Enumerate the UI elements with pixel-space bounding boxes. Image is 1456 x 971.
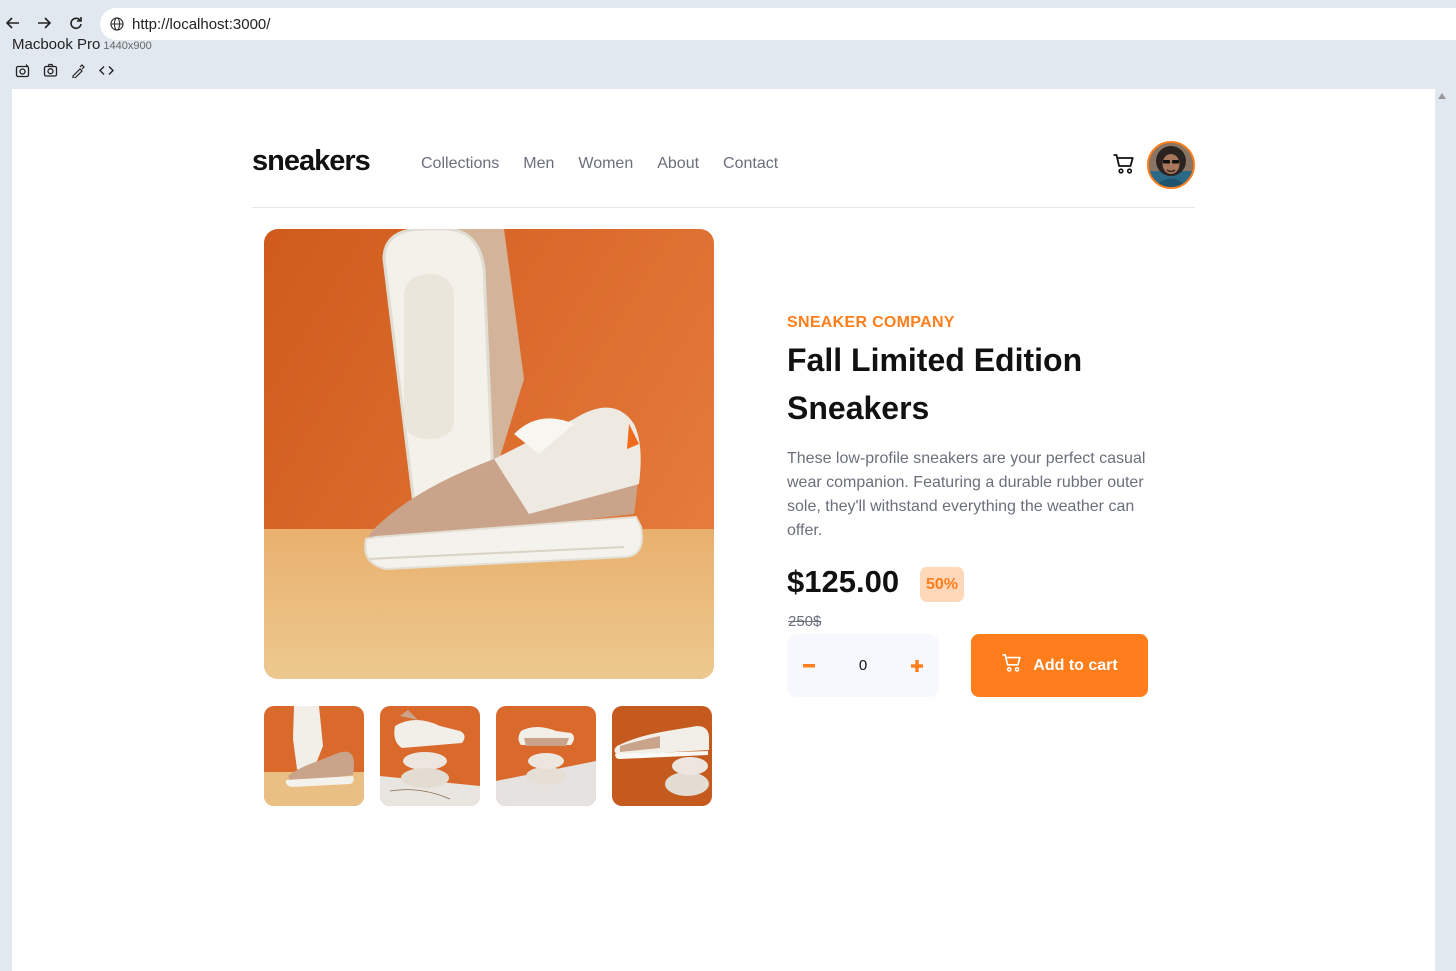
thumbnail-strip: [264, 706, 712, 806]
nav-contact[interactable]: Contact: [723, 155, 778, 173]
cart-icon: [1001, 653, 1023, 678]
reload-icon[interactable]: [65, 12, 87, 34]
page-viewport: sneakers Collections Men Women About Con…: [12, 89, 1435, 971]
product-main-image[interactable]: [264, 229, 714, 679]
avatar[interactable]: [1147, 141, 1195, 189]
device-name: Macbook Pro: [12, 36, 101, 53]
add-to-cart-button[interactable]: Add to cart: [971, 634, 1148, 697]
back-arrow-icon[interactable]: [2, 12, 24, 34]
screenshot-full-icon[interactable]: [14, 62, 30, 78]
nav-men[interactable]: Men: [523, 155, 554, 173]
camera-icon[interactable]: [42, 62, 58, 78]
globe-icon: [110, 16, 126, 32]
nav-women[interactable]: Women: [578, 155, 633, 173]
minus-icon[interactable]: [797, 654, 821, 678]
header-divider: [252, 207, 1195, 208]
url-text: http://localhost:3000/: [132, 15, 271, 33]
devtools-toolbar: [14, 62, 114, 78]
forward-arrow-icon[interactable]: [33, 12, 55, 34]
device-size: 1440x900: [103, 40, 152, 52]
main-nav: Collections Men Women About Contact: [421, 155, 778, 173]
product-description: These low-profile sneakers are your perf…: [787, 450, 1146, 539]
current-price: $125.00: [787, 564, 900, 599]
device-label: Macbook Pro 1440x900: [12, 36, 152, 53]
thumbnail-3[interactable]: [496, 706, 596, 806]
logo[interactable]: sneakers: [252, 145, 371, 178]
code-icon[interactable]: [98, 62, 114, 78]
cart-icon[interactable]: [1112, 152, 1136, 176]
add-to-cart-label: Add to cart: [1033, 656, 1118, 674]
scroll-up-arrow-icon[interactable]: [1438, 93, 1446, 99]
address-bar[interactable]: http://localhost:3000/: [100, 8, 1456, 40]
eyedropper-icon[interactable]: [70, 62, 86, 78]
product-title: Fall Limited Edition Sneakers: [787, 342, 1083, 426]
plus-icon[interactable]: [905, 654, 929, 678]
page-scrollbar[interactable]: [1435, 89, 1456, 971]
nav-collections[interactable]: Collections: [421, 155, 499, 173]
original-price: 250$: [788, 613, 822, 630]
quantity-stepper: 0: [787, 634, 939, 697]
nav-about[interactable]: About: [657, 155, 699, 173]
thumbnail-2[interactable]: [380, 706, 480, 806]
discount-badge: 50%: [920, 567, 964, 602]
thumbnail-4[interactable]: [612, 706, 712, 806]
company-label: SNEAKER COMPANY: [787, 314, 955, 331]
thumbnail-1[interactable]: [264, 706, 364, 806]
quantity-value[interactable]: 0: [859, 657, 867, 674]
